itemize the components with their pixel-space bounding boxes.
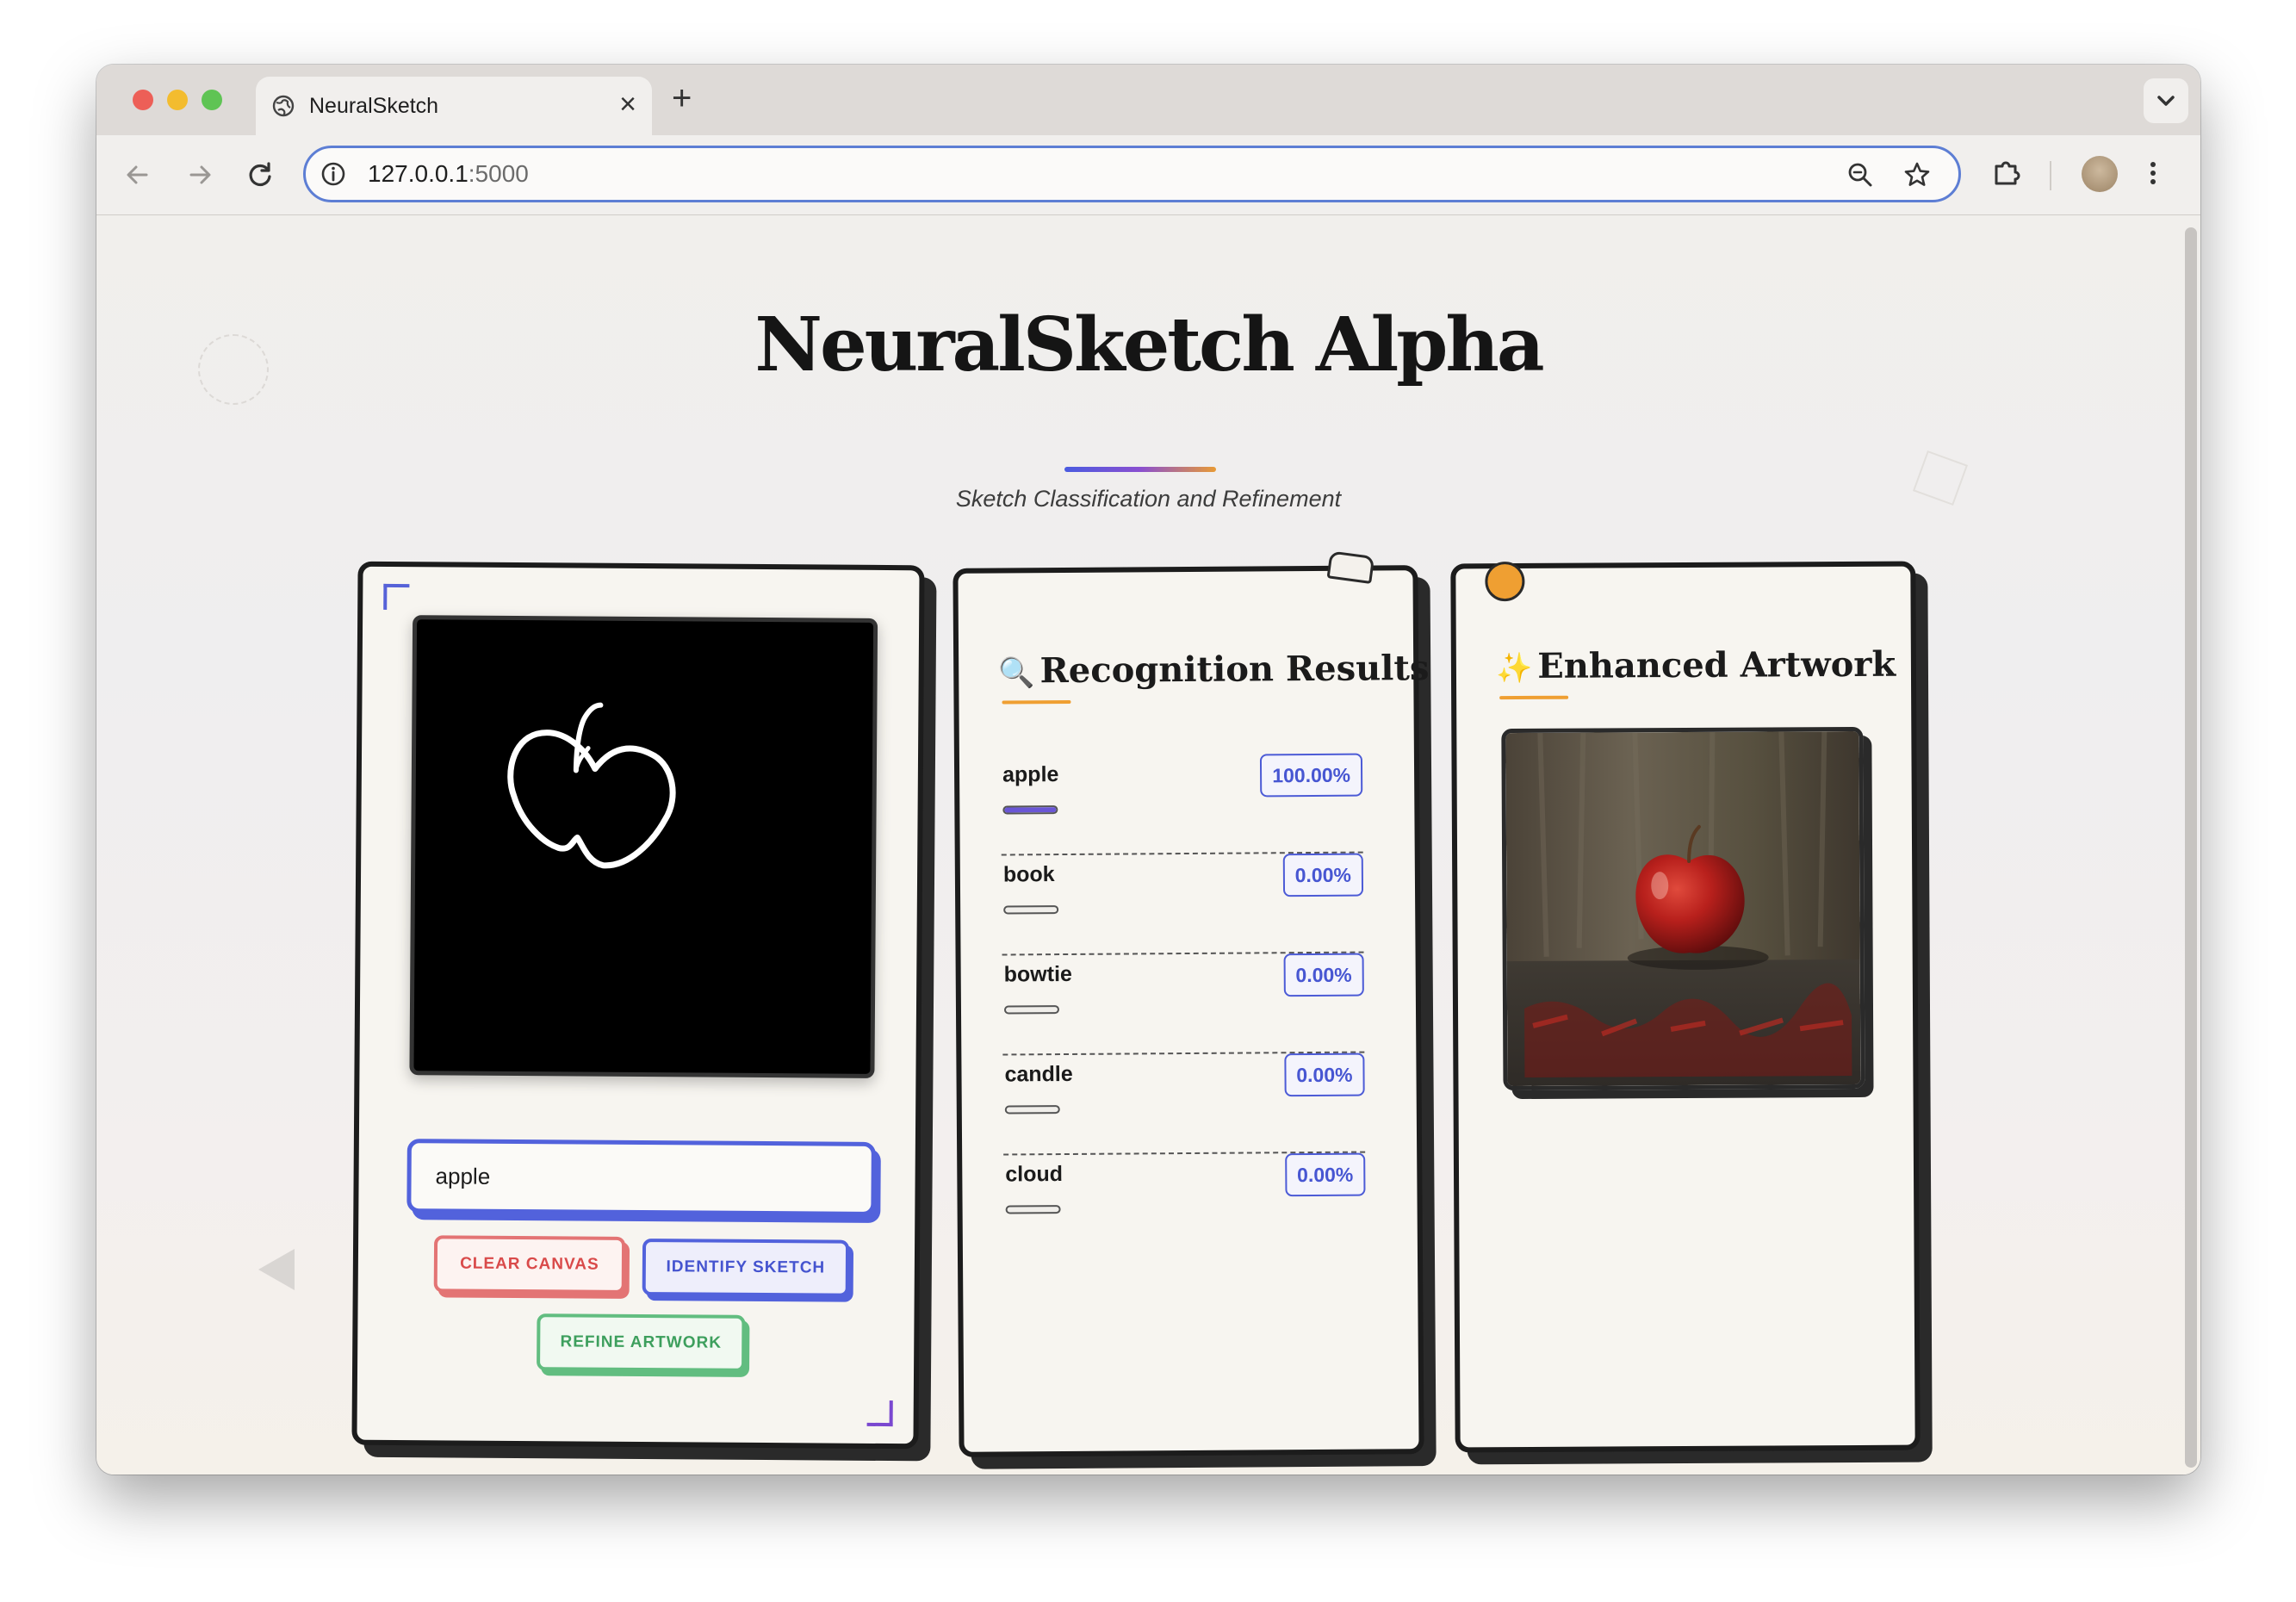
maximize-window-button[interactable] [202, 90, 222, 110]
page-subtitle: Sketch Classification and Refinement [955, 486, 1342, 512]
clear-canvas-button[interactable]: CLEAR CANVAS [433, 1235, 626, 1294]
drawing-canvas[interactable] [409, 615, 878, 1078]
browser-tab[interactable]: NeuralSketch × [256, 77, 652, 135]
result-progress-bar [1004, 1105, 1060, 1115]
result-label: apple [1002, 762, 1059, 787]
result-label: book [1002, 862, 1055, 887]
corner-decoration [866, 1400, 893, 1427]
url-host: 127.0.0.1 [368, 160, 469, 187]
enhanced-artwork-image [1501, 726, 1865, 1091]
forward-arrow-icon[interactable] [181, 156, 219, 194]
result-progress-bar [1003, 1005, 1060, 1015]
result-label: candle [1004, 1061, 1073, 1087]
artwork-heading: ✨ Enhanced Artwork [1496, 644, 1896, 686]
corner-decoration [383, 583, 410, 611]
result-progress-fill [1004, 807, 1057, 813]
page-viewport: NeuralSketch Alpha Sketch Classification… [96, 215, 2200, 1475]
pin-decoration [1485, 561, 1525, 602]
address-bar[interactable]: 127.0.0.1:5000 [303, 146, 1961, 202]
results-heading-text: Recognition Results [1039, 648, 1430, 692]
decorative-triangle [258, 1249, 295, 1290]
tape-decoration [1326, 550, 1375, 584]
result-row: book 0.00% [1001, 853, 1364, 956]
result-percent-badge: 0.00% [1284, 1052, 1365, 1097]
result-label: cloud [1005, 1162, 1064, 1187]
enhanced-artwork-card: ✨ Enhanced Artwork [1450, 561, 1921, 1453]
magnifier-icon: 🔍 [998, 655, 1035, 691]
zoom-icon[interactable] [1844, 158, 1877, 191]
results-list: apple 100.00% book 0.00% bowtie 0.00% candle 0.… [1000, 753, 1366, 1254]
result-row: candle 0.00% [1002, 1052, 1366, 1156]
recognition-results-card: 🔍 Recognition Results apple 100.00% book 0.0… [953, 550, 1430, 1457]
result-row: cloud 0.00% [1003, 1152, 1366, 1254]
info-icon[interactable] [318, 158, 349, 189]
result-row: bowtie 0.00% [1002, 953, 1365, 1056]
title-underline [1064, 467, 1216, 472]
tab-strip: NeuralSketch × + [96, 65, 2200, 135]
sparkles-icon: ✨ [1495, 650, 1533, 686]
plus-icon[interactable]: + [672, 77, 692, 120]
artwork-heading-text: Enhanced Artwork [1537, 643, 1896, 686]
result-percent-badge: 0.00% [1282, 853, 1364, 897]
result-progress-bar [1003, 905, 1059, 915]
sketch-label-input[interactable] [406, 1139, 876, 1216]
refine-artwork-button[interactable]: REFINE ARTWORK [537, 1313, 746, 1372]
back-arrow-icon[interactable] [119, 156, 157, 194]
scrollbar[interactable] [2185, 227, 2197, 1468]
page-title: NeuralSketch Alpha [754, 301, 1544, 388]
result-progress-bar [1005, 1205, 1061, 1214]
browser-window: NeuralSketch × + 127.0.0.1:5000 NeuralSk… [96, 65, 2200, 1475]
tab-title: NeuralSketch [309, 94, 439, 118]
minimize-window-button[interactable] [167, 90, 188, 110]
url-text: 127.0.0.1:5000 [368, 160, 529, 188]
globe-icon [272, 95, 295, 117]
result-progress-bar [1002, 805, 1058, 815]
extensions-icon[interactable] [1988, 154, 2026, 192]
reload-icon[interactable] [241, 156, 279, 194]
more-vertical-icon[interactable] [2134, 154, 2172, 192]
result-row: apple 100.00% [1000, 753, 1363, 856]
apple-sketch-drawing [507, 702, 676, 869]
heading-underline [1002, 699, 1071, 705]
star-icon[interactable] [1901, 158, 1933, 191]
result-label: bowtie [1003, 961, 1072, 987]
toolbar-divider [2050, 161, 2051, 190]
result-percent-badge: 0.00% [1283, 953, 1364, 997]
browser-toolbar: 127.0.0.1:5000 [96, 135, 2200, 215]
result-percent-badge: 0.00% [1284, 1152, 1366, 1197]
sketch-card: CLEAR CANVAS IDENTIFY SKETCH REFINE ARTW… [351, 561, 925, 1450]
identify-sketch-button[interactable]: IDENTIFY SKETCH [642, 1239, 850, 1297]
apple-painting [1505, 730, 1861, 1087]
tab-search-button[interactable] [2144, 78, 2188, 123]
url-port: :5000 [468, 160, 529, 187]
close-icon[interactable]: × [619, 87, 636, 121]
heading-underline [1499, 695, 1569, 700]
results-heading: 🔍 Recognition Results [998, 648, 1429, 691]
chevron-down-icon [2157, 96, 2175, 106]
avatar[interactable] [2082, 156, 2118, 192]
close-window-button[interactable] [133, 90, 153, 110]
result-percent-badge: 100.00% [1260, 753, 1363, 798]
